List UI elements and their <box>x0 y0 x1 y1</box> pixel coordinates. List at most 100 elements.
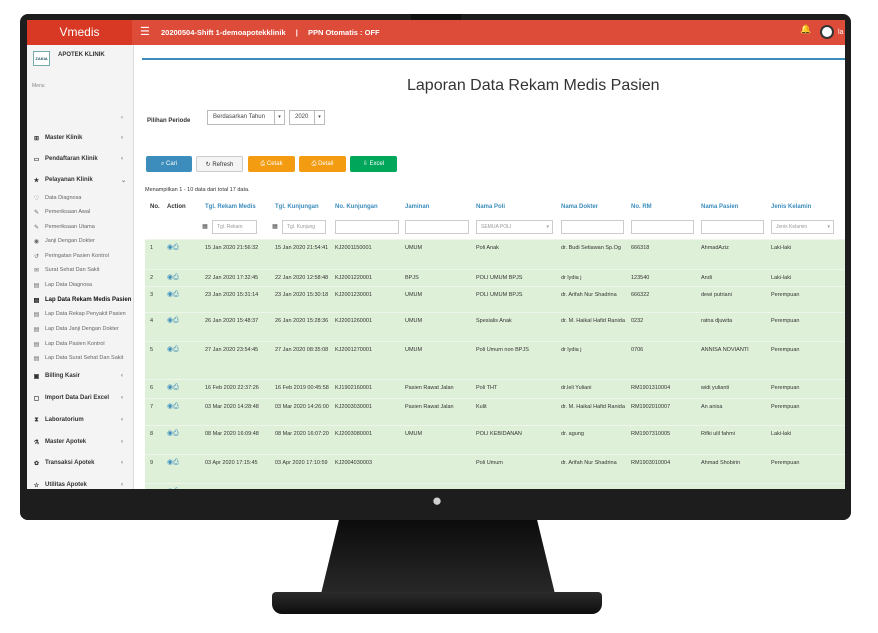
print-icon[interactable]: ⎙ <box>173 488 179 489</box>
cell-pasien: dewi putriani <box>701 292 732 298</box>
row-actions: ◉⎙ <box>167 273 179 282</box>
file-icon: ▢ <box>33 396 40 402</box>
list-icon: ▤ <box>33 283 40 289</box>
chevron-down-icon: ▾ <box>546 224 549 230</box>
print-icon[interactable]: ⎙ <box>173 291 179 298</box>
detail-button[interactable]: ⎙ Detail <box>299 156 346 172</box>
brand-logo[interactable]: Vmedis <box>27 20 132 45</box>
filter-dokter-input[interactable] <box>561 220 624 234</box>
cell-pasien: ANNISA NOVIANTI <box>701 347 749 353</box>
print-icon[interactable]: ⎙ <box>173 274 179 281</box>
menu-label: Menu <box>32 83 45 89</box>
cell-rm: RM1902010007 <box>631 404 671 410</box>
cell-jaminan: UMUM <box>405 245 423 251</box>
cell-tgl-kunjungan: 08 Mar 2020 16:07:20 <box>275 431 329 437</box>
cell-poli: Poli Umum non BPJS <box>476 347 529 353</box>
row-actions: ◉⎙ <box>167 402 179 411</box>
print-button[interactable]: ⎙ Cetak <box>248 156 295 172</box>
print-icon[interactable]: ⎙ <box>173 430 179 437</box>
cell-tgl-rekam: 27 Jan 2020 23:54:45 <box>205 347 259 353</box>
periode-type-select[interactable]: Berdasarkan Tahun ▾ <box>207 110 285 125</box>
filter-rm-input[interactable] <box>631 220 694 234</box>
cell-tgl-rekam: 08 Mar 2020 16:09:48 <box>205 431 259 437</box>
row-actions: ◉⎙ <box>167 290 179 299</box>
cell-pasien: AhmadAziz <box>701 245 729 251</box>
calendar-icon[interactable]: ▦ <box>270 220 280 234</box>
print-icon[interactable]: ⎙ <box>173 244 179 251</box>
cell-no: 5 <box>150 347 154 353</box>
header-nama-dokter[interactable]: Nama Dokter <box>561 199 598 215</box>
user-avatar[interactable] <box>820 25 834 39</box>
cell-jk: Perempuan <box>771 385 800 391</box>
cell-tgl-kunjungan: 16 Feb 2019 00:45:58 <box>275 385 329 391</box>
cell-jk: Perempuan <box>771 292 800 298</box>
header-no-rm[interactable]: No. RM <box>631 199 652 215</box>
header-jaminan[interactable]: Jaminan <box>405 199 429 215</box>
cell-tgl-kunjungan: 27 Jan 2020 08:35:08 <box>275 347 329 353</box>
sidebar-item-label: Laboratorium <box>45 417 84 423</box>
sidebar-item-label: Lap Data Pasien Kontrol <box>45 341 105 347</box>
cell-pasien: Rifki ulil fahmi <box>701 431 735 437</box>
header-nama-poli[interactable]: Nama Poli <box>476 199 505 215</box>
notification-bell-icon[interactable]: 🔔 <box>800 24 811 35</box>
print-icon[interactable]: ⎙ <box>173 403 179 410</box>
print-icon[interactable]: ⎙ <box>173 346 179 353</box>
row-actions: ◉⎙ <box>167 243 179 252</box>
sidebar-item-label: Pelayanan Klinik <box>45 177 93 183</box>
filter-tgl-kunjungan-input[interactable]: Tgl. Kunjung <box>282 220 326 234</box>
filter-poli-select[interactable]: SEMUA POLI ▾ <box>476 220 553 234</box>
separator: | <box>295 28 298 37</box>
cell-tgl-rekam: 15 Jan 2020 21:56:32 <box>205 245 259 251</box>
detail-button-label: Detail <box>318 161 334 167</box>
sidebar-item-label: Lap Data Rekap Penyakit Pasien <box>45 311 126 317</box>
header-tgl-rekam[interactable]: Tgl. Rekam Medis <box>205 199 256 215</box>
search-icon: ⌕ <box>160 161 165 167</box>
excel-button[interactable]: ⇩ Excel <box>350 156 397 172</box>
cell-no-kunjungan: KJ2003080001 <box>335 431 373 437</box>
edit-icon: ✎ <box>33 210 40 216</box>
print-icon[interactable]: ⎙ <box>173 317 179 324</box>
search-button[interactable]: ⌕ Cari <box>146 156 192 172</box>
cell-jaminan: BPJS <box>405 488 471 489</box>
sidebar-item-label: Billing Kasir <box>45 373 81 379</box>
sidebar-toggle-icon[interactable]: ☰ <box>140 20 150 45</box>
periode-year-select[interactable]: 2020 ▾ <box>289 110 325 125</box>
page-title: Laporan Data Rekam Medis Pasien <box>407 77 660 94</box>
header-no-kunjungan[interactable]: No. Kunjungan <box>335 199 378 215</box>
header-tgl-kunjungan[interactable]: Tgl. Kunjungan <box>275 199 319 215</box>
calendar-icon[interactable]: ▦ <box>200 220 210 234</box>
header-nama-pasien[interactable]: Nama Pasien <box>701 199 738 215</box>
chevron-left-icon: ‹ <box>121 439 123 445</box>
cell-pasien: contoh enggar <box>701 488 767 489</box>
filter-jaminan-input[interactable] <box>405 220 469 234</box>
print-icon[interactable]: ⎙ <box>173 459 179 466</box>
filter-pasien-input[interactable] <box>701 220 764 234</box>
filter-no-kunjungan-input[interactable] <box>335 220 399 234</box>
cell-no-kunjungan: KJ2001230001 <box>335 292 373 298</box>
cell-no-kunjungan: KJ2001270001 <box>335 347 373 353</box>
cell-no: 8 <box>150 431 154 437</box>
filter-jenis-kelamin-select[interactable]: Jenis Kelamin ▾ <box>771 220 834 234</box>
cell-jk: Laki-laki <box>771 275 792 281</box>
print-icon[interactable]: ⎙ <box>173 384 179 391</box>
cell-dokter: dr. Budi Setiawan Sp.Og <box>561 245 621 251</box>
top-navbar: Vmedis ☰ 20200504-Shift 1-demoapotekklin… <box>27 20 845 45</box>
sidebar-item-label: Peringatan Pasien Kontrol <box>45 253 109 259</box>
clinic-logo: ZAKIA <box>33 51 50 66</box>
cell-pasien: widi yulianti <box>701 385 730 391</box>
table-row: 3 ◉⎙ 23 Jan 2020 15:31:14 23 Jan 2020 15:30… <box>145 286 845 312</box>
cell-no: 1 <box>150 245 154 251</box>
cell-pasien: ratna djuwita <box>701 318 733 324</box>
row-actions: ◉⎙ <box>167 429 179 438</box>
cell-jk: Laki-laki <box>771 488 837 489</box>
refresh-button[interactable]: ↻ Refresh <box>196 156 243 172</box>
stethoscope-icon: ♡ <box>33 196 40 202</box>
header-jenis-kelamin[interactable]: Jenis Kelamin <box>771 199 811 215</box>
star-icon: ★ <box>33 178 40 184</box>
cell-poli: POLI KEBIDANAN <box>476 431 522 437</box>
filter-tgl-rekam-input[interactable]: Tgl. Rekam <box>212 220 257 234</box>
cell-no: 9 <box>150 460 154 466</box>
print-button-label: Cetak <box>266 161 283 167</box>
cell-jaminan: Pasien Rawat Jalan <box>405 404 454 410</box>
user-name[interactable]: la <box>838 20 843 45</box>
